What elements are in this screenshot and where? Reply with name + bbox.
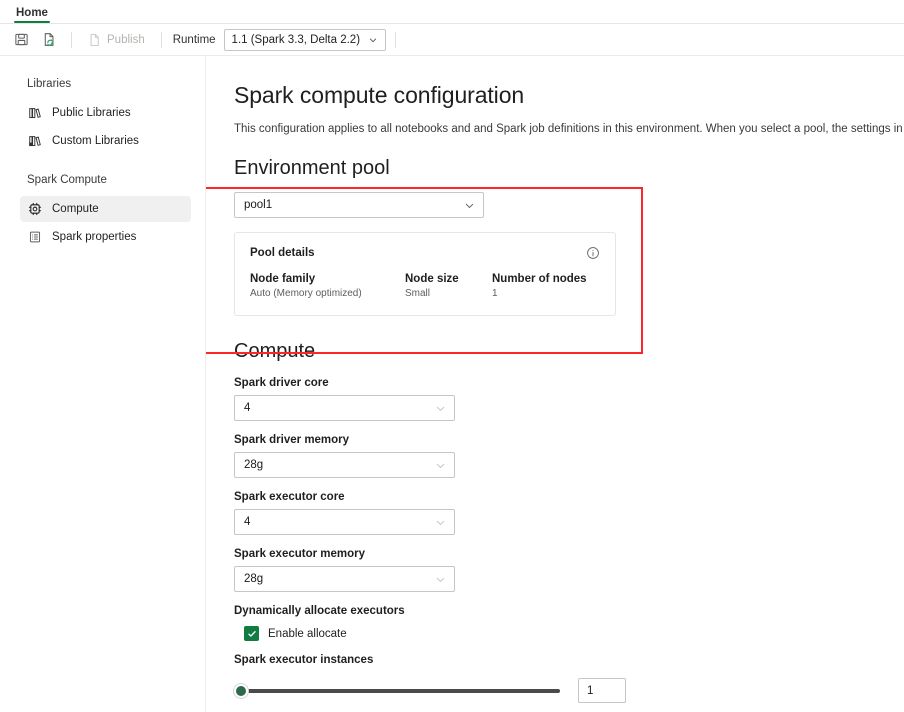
- pool-details-title: Pool details: [250, 247, 315, 259]
- spark-driver-memory-value: 28g: [244, 459, 263, 471]
- sidebar-item-public-libraries[interactable]: Public Libraries: [20, 100, 191, 126]
- page-body: Libraries Public Libraries Cus: [0, 56, 904, 712]
- save-icon: [14, 32, 29, 47]
- sidebar-item-custom-libraries[interactable]: Custom Libraries: [20, 128, 191, 154]
- pool-details-stats: Node family Auto (Memory optimized) Node…: [250, 273, 600, 299]
- sidebar-group-spacer: [0, 156, 205, 174]
- pool-stat-node-family: Node family Auto (Memory optimized): [250, 273, 405, 299]
- ribbon-tabstrip: Home: [0, 0, 904, 24]
- chevron-down-icon: [464, 200, 475, 211]
- publish-document-icon: [88, 33, 102, 47]
- sidebar-item-label: Public Libraries: [52, 107, 131, 119]
- stat-value: Auto (Memory optimized): [250, 288, 405, 299]
- command-separator-3: [395, 32, 396, 48]
- sidebar-item-label: Spark properties: [52, 231, 136, 243]
- chevron-down-icon: [435, 574, 446, 585]
- spark-driver-core-dropdown[interactable]: 4: [234, 395, 455, 421]
- pool-stat-number-of-nodes: Number of nodes 1: [492, 273, 587, 299]
- field-label: Spark driver memory: [234, 434, 904, 446]
- custom-library-books-icon: [27, 134, 42, 149]
- environment-pool-value: pool1: [244, 199, 272, 211]
- sidebar-item-label: Custom Libraries: [52, 135, 139, 147]
- spark-executor-core-dropdown[interactable]: 4: [234, 509, 455, 535]
- enable-allocate-checkbox-row[interactable]: Enable allocate: [244, 626, 904, 641]
- pool-details-header: Pool details: [250, 246, 600, 260]
- field-spark-executor-memory: Spark executor memory 28g: [234, 548, 904, 592]
- sidebar-item-spark-properties[interactable]: Spark properties: [20, 224, 191, 250]
- field-label: Spark executor core: [234, 491, 904, 503]
- stat-value: Small: [405, 288, 492, 299]
- save-button[interactable]: [8, 27, 34, 53]
- publish-button[interactable]: Publish: [81, 29, 152, 51]
- enable-allocate-label: Enable allocate: [268, 628, 347, 640]
- spark-driver-core-value: 4: [244, 402, 250, 414]
- chevron-down-icon: [435, 517, 446, 528]
- field-dynamic-allocation: Dynamically allocate executors Enable al…: [234, 605, 904, 641]
- page-title: Spark compute configuration: [234, 82, 904, 109]
- spark-executor-core-value: 4: [244, 516, 250, 528]
- spark-executor-memory-dropdown[interactable]: 28g: [234, 566, 455, 592]
- enable-allocate-checkbox[interactable]: [244, 626, 259, 641]
- sidebar-group-title-libraries: Libraries: [0, 78, 205, 90]
- executor-instances-label: Spark executor instances: [234, 654, 904, 666]
- field-spark-driver-memory: Spark driver memory 28g: [234, 434, 904, 478]
- sidebar-item-compute[interactable]: Compute: [20, 196, 191, 222]
- tab-home-label: Home: [16, 7, 48, 19]
- executor-instances-input[interactable]: 1: [578, 678, 626, 703]
- pool-stat-node-size: Node size Small: [405, 273, 492, 299]
- stat-label: Number of nodes: [492, 273, 587, 285]
- library-books-icon: [27, 106, 42, 121]
- spark-driver-memory-dropdown[interactable]: 28g: [234, 452, 455, 478]
- pool-details-card: Pool details Node family Auto (Memory op…: [234, 232, 616, 316]
- tab-home[interactable]: Home: [8, 6, 56, 23]
- runtime-value: 1.1 (Spark 3.3, Delta 2.2): [232, 34, 360, 46]
- sidebar-item-label: Compute: [52, 203, 99, 215]
- info-circle-icon[interactable]: [586, 246, 600, 260]
- sidebar-group-title-spark-compute: Spark Compute: [0, 174, 205, 186]
- command-separator-2: [161, 32, 162, 48]
- executor-instances-slider[interactable]: [234, 682, 560, 700]
- properties-list-icon: [27, 230, 42, 245]
- field-label: Spark executor memory: [234, 548, 904, 560]
- compute-section-title: Compute: [234, 340, 904, 363]
- slider-thumb[interactable]: [234, 684, 248, 698]
- runtime-dropdown[interactable]: 1.1 (Spark 3.3, Delta 2.2): [224, 29, 386, 51]
- stat-label: Node size: [405, 273, 492, 285]
- publish-label: Publish: [107, 34, 145, 46]
- sidebar: Libraries Public Libraries Cus: [0, 56, 206, 712]
- field-spark-driver-core: Spark driver core 4: [234, 377, 904, 421]
- command-bar: Publish Runtime 1.1 (Spark 3.3, Delta 2.…: [0, 24, 904, 56]
- chevron-down-icon: [435, 460, 446, 471]
- page-description: This configuration applies to all notebo…: [234, 123, 904, 135]
- field-spark-executor-instances: Spark executor instances 1: [234, 654, 904, 703]
- save-and-sync-button[interactable]: [36, 27, 62, 53]
- field-label: Spark driver core: [234, 377, 904, 389]
- chevron-down-icon: [435, 403, 446, 414]
- main-content: Spark compute configuration This configu…: [206, 56, 904, 712]
- dynamic-allocation-label: Dynamically allocate executors: [234, 605, 904, 617]
- cpu-chip-icon: [27, 202, 42, 217]
- stat-value: 1: [492, 288, 587, 299]
- chevron-down-icon: [368, 35, 378, 45]
- environment-pool-title: Environment pool: [234, 157, 904, 180]
- command-separator-1: [71, 32, 72, 48]
- environment-pool-dropdown[interactable]: pool1: [234, 192, 484, 218]
- stat-label: Node family: [250, 273, 405, 285]
- runtime-label: Runtime: [171, 34, 222, 46]
- spark-executor-memory-value: 28g: [244, 573, 263, 585]
- field-spark-executor-core: Spark executor core 4: [234, 491, 904, 535]
- slider-track: [239, 689, 560, 693]
- document-sync-icon: [42, 32, 57, 47]
- executor-instances-value: 1: [587, 685, 593, 697]
- executor-instances-slider-row: 1: [234, 678, 904, 703]
